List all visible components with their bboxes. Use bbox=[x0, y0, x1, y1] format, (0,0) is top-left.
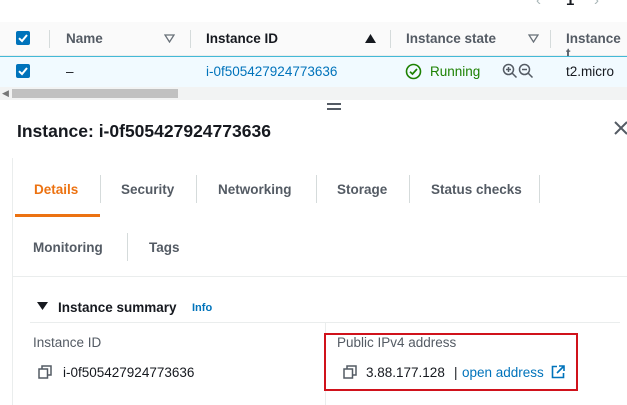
scrollbar-thumb[interactable] bbox=[12, 89, 178, 98]
tab-status-checks[interactable]: Status checks bbox=[431, 182, 522, 197]
horizontal-scrollbar[interactable]: ◀ bbox=[0, 87, 627, 100]
tab-storage[interactable]: Storage bbox=[337, 182, 387, 197]
row-checkbox[interactable] bbox=[16, 64, 30, 78]
zoom-in-icon[interactable] bbox=[502, 63, 518, 79]
highlight-box bbox=[324, 333, 578, 391]
instance-id-link[interactable]: i-0f505427924773636 bbox=[206, 64, 337, 79]
filter-icon[interactable] bbox=[528, 34, 539, 43]
panel-title: Instance: i-0f505427924773636 bbox=[17, 121, 271, 141]
zoom-out-icon[interactable] bbox=[518, 63, 534, 79]
filter-icon[interactable] bbox=[164, 34, 175, 43]
info-link[interactable]: Info bbox=[192, 302, 212, 314]
status-running: Running bbox=[430, 64, 481, 79]
tab-tags[interactable]: Tags bbox=[149, 240, 180, 255]
cell-instance-type: t2.micro bbox=[566, 64, 615, 79]
table-row[interactable]: – i-0f505427924773636 Running t2.micro bbox=[0, 56, 627, 88]
chevron-right-icon[interactable]: › bbox=[594, 0, 599, 9]
sort-ascending-icon[interactable] bbox=[365, 34, 376, 43]
chevron-left-icon[interactable]: ‹ bbox=[536, 0, 541, 9]
tab-details[interactable]: Details bbox=[34, 182, 78, 197]
status-check-icon bbox=[405, 63, 422, 80]
close-icon[interactable] bbox=[614, 121, 627, 135]
tab-monitoring[interactable]: Monitoring bbox=[33, 240, 103, 255]
instance-id-value: i-0f505427924773636 bbox=[63, 365, 195, 380]
instance-id-label: Instance ID bbox=[33, 335, 102, 350]
caret-down-icon[interactable] bbox=[37, 302, 48, 311]
scroll-left-icon[interactable]: ◀ bbox=[2, 88, 9, 99]
page-number[interactable]: 1 bbox=[566, 0, 574, 9]
resize-handle[interactable] bbox=[327, 103, 341, 113]
column-header-instance-state[interactable]: Instance state bbox=[406, 31, 496, 46]
active-tab-indicator bbox=[15, 214, 100, 217]
select-all-checkbox[interactable] bbox=[16, 31, 30, 45]
copy-icon[interactable] bbox=[38, 365, 52, 379]
tab-networking[interactable]: Networking bbox=[218, 182, 292, 197]
column-header-instance-id[interactable]: Instance ID bbox=[206, 31, 278, 46]
table-header: Name Instance ID Instance state Instance… bbox=[0, 22, 627, 61]
section-title[interactable]: Instance summary bbox=[58, 300, 177, 315]
column-header-name[interactable]: Name bbox=[66, 31, 103, 46]
cell-name: – bbox=[66, 64, 74, 79]
tab-security[interactable]: Security bbox=[121, 182, 174, 197]
